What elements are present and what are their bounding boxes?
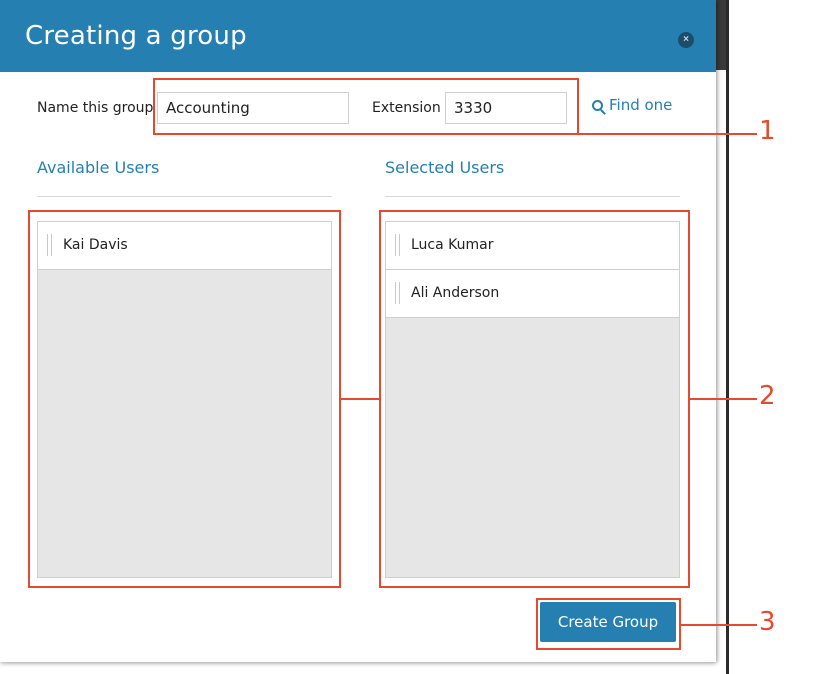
annotation-line-3: [681, 624, 757, 626]
annotation-line-2: [690, 398, 757, 400]
annotation-box-2-left: [28, 210, 341, 588]
group-name-label: Name this group: [37, 100, 154, 116]
annotation-number-2: 2: [759, 381, 776, 411]
find-one-link[interactable]: Find one: [592, 96, 672, 114]
modal-header: Creating a group ×: [0, 0, 716, 72]
annotation-number-1: 1: [759, 116, 776, 146]
background-window-border: [726, 0, 729, 674]
available-users-divider: [37, 196, 332, 197]
close-icon[interactable]: ×: [678, 32, 694, 48]
annotation-box-3: [536, 598, 681, 650]
selected-users-title: Selected Users: [385, 158, 505, 177]
available-users-title: Available Users: [37, 158, 160, 177]
modal-title: Creating a group: [25, 21, 247, 51]
annotation-line-1: [579, 133, 757, 135]
selected-users-divider: [385, 196, 680, 197]
annotation-box-2-right: [379, 210, 690, 588]
annotation-number-3: 3: [759, 607, 776, 637]
find-one-label: Find one: [609, 96, 673, 114]
annotation-box-1: [153, 78, 579, 135]
annotation-connector-2: [341, 398, 379, 400]
search-icon: [592, 100, 603, 111]
screen: Creating a group × Name this group Accou…: [0, 0, 817, 674]
